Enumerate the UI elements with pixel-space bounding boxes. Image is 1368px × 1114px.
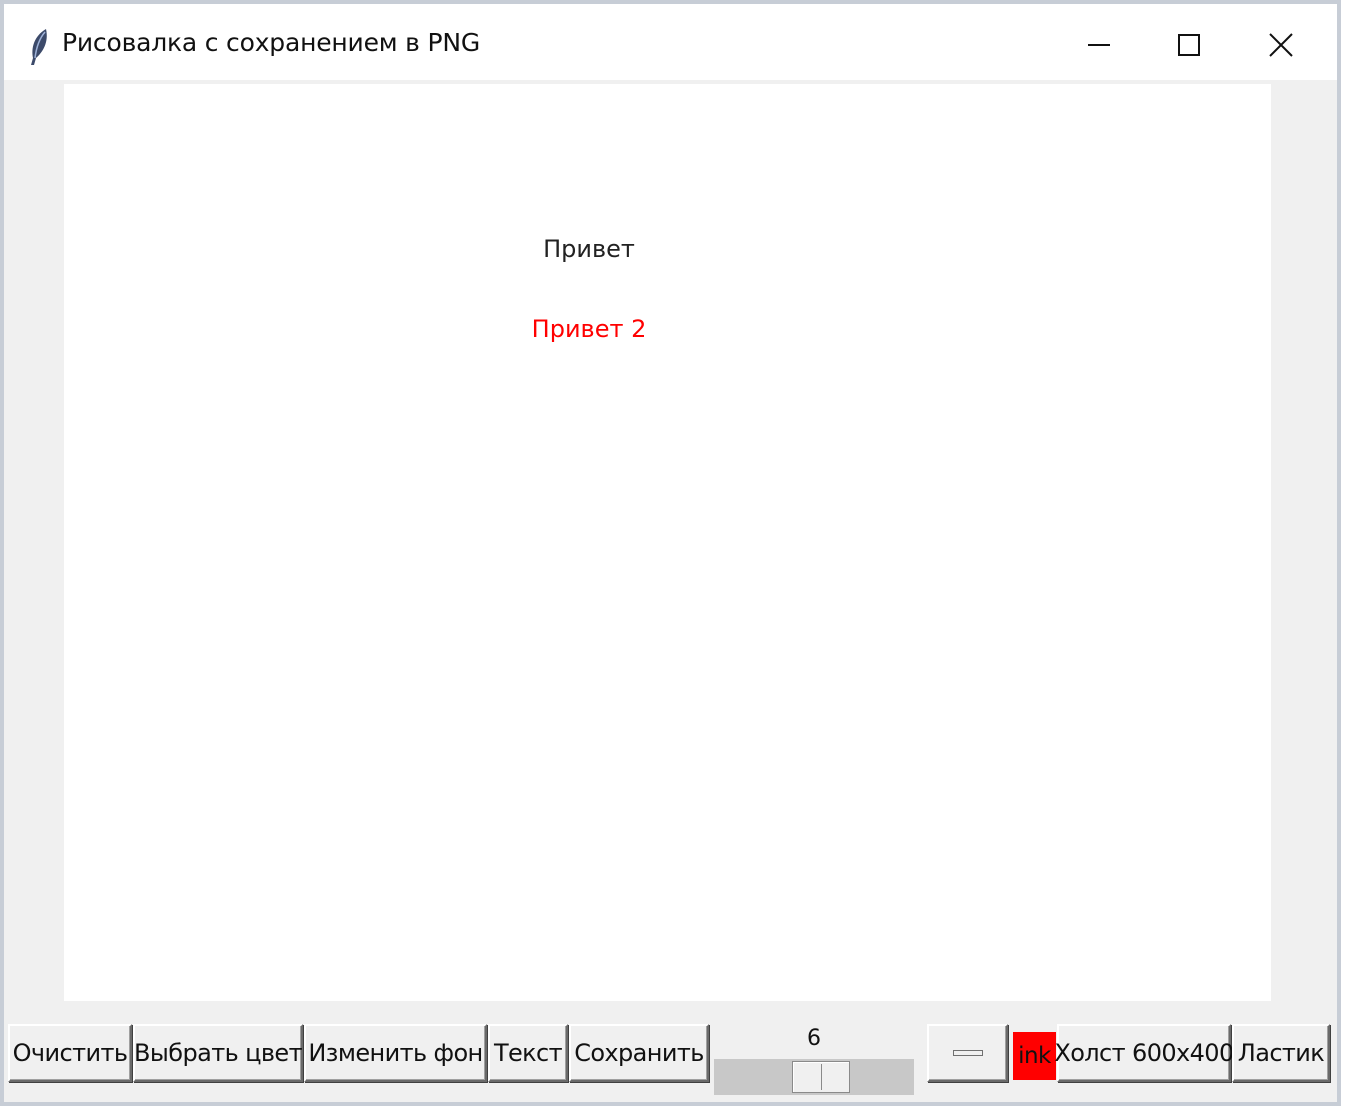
- text-button[interactable]: Текст: [488, 1024, 568, 1082]
- minimize-button[interactable]: [1054, 10, 1144, 80]
- save-button[interactable]: Сохранить: [569, 1024, 709, 1082]
- close-icon: [1269, 33, 1293, 57]
- feather-icon: [26, 28, 52, 66]
- pick-color-button[interactable]: Выбрать цвет: [133, 1024, 303, 1082]
- minimize-icon: [1088, 44, 1110, 46]
- canvas-size-button[interactable]: Холст 600x400: [1054, 1024, 1234, 1082]
- color-swatch: ink: [1013, 1032, 1056, 1080]
- eraser-button[interactable]: Ластик: [1232, 1024, 1330, 1082]
- toolbar: Очистить Выбрать цвет Изменить фон Текст…: [4, 1024, 1337, 1100]
- clear-button[interactable]: Очистить: [8, 1024, 132, 1082]
- maximize-button[interactable]: [1144, 10, 1234, 80]
- slider-handle[interactable]: [792, 1061, 850, 1093]
- canvas-text: Привет 2: [531, 315, 647, 343]
- window-title: Рисовалка с сохранением в PNG: [62, 28, 481, 57]
- canvas-text: Привет: [543, 235, 635, 263]
- brush-toggle-button[interactable]: [927, 1024, 1008, 1082]
- drawing-canvas[interactable]: Привет Привет 2: [64, 84, 1271, 1001]
- brush-size-value: 6: [807, 1026, 821, 1051]
- maximize-icon: [1178, 34, 1200, 56]
- close-button[interactable]: [1236, 10, 1326, 80]
- brush-size-slider[interactable]: [714, 1059, 914, 1095]
- app-window: Рисовалка с сохранением в PNG Привет При…: [0, 0, 1341, 1106]
- title-bar[interactable]: Рисовалка с сохранением в PNG: [4, 4, 1337, 80]
- change-background-button[interactable]: Изменить фон: [304, 1024, 487, 1082]
- minus-icon: [952, 1050, 983, 1056]
